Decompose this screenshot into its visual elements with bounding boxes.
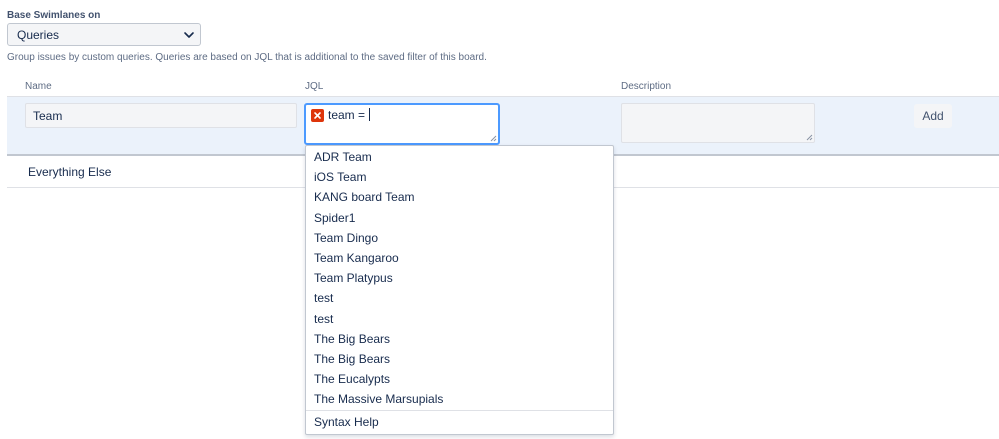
- swimlanes-description: Group issues by custom queries. Queries …: [7, 52, 487, 63]
- resize-handle-icon[interactable]: [806, 134, 813, 141]
- swimlanes-select-value: Queries: [17, 27, 60, 42]
- syntax-help-link[interactable]: Syntax Help: [314, 415, 379, 429]
- error-icon: [311, 109, 324, 122]
- autocomplete-item[interactable]: Team Kangaroo: [306, 248, 613, 268]
- autocomplete-item[interactable]: Team Platypus: [306, 268, 613, 288]
- autocomplete-list: ADR Team iOS Team KANG board Team Spider1 Te…: [306, 146, 613, 409]
- jql-text-container: team =: [328, 108, 371, 122]
- jql-textarea[interactable]: team =: [304, 103, 500, 145]
- swimlane-row-name: Everything Else: [28, 165, 112, 179]
- column-header-name: Name: [25, 81, 52, 92]
- autocomplete-item[interactable]: The Big Bears: [306, 329, 613, 349]
- autocomplete-item[interactable]: The Eucalypts: [306, 369, 613, 389]
- chevron-down-icon: [184, 32, 194, 38]
- column-header-jql: JQL: [305, 81, 324, 92]
- swimlane-description-textarea[interactable]: [621, 103, 815, 143]
- base-swimlanes-label: Base Swimlanes on: [7, 10, 101, 21]
- resize-handle-icon[interactable]: [490, 135, 497, 142]
- jql-autocomplete-dropdown: ADR Team iOS Team KANG board Team Spider1 Te…: [305, 145, 614, 435]
- text-caret: [369, 108, 371, 121]
- autocomplete-item[interactable]: test: [306, 309, 613, 329]
- autocomplete-item[interactable]: The Big Bears: [306, 349, 613, 369]
- column-header-description: Description: [621, 81, 672, 92]
- autocomplete-item[interactable]: Team Dingo: [306, 228, 613, 248]
- autocomplete-item[interactable]: KANG board Team: [306, 187, 613, 207]
- autocomplete-item[interactable]: iOS Team: [306, 167, 613, 187]
- add-button[interactable]: Add: [914, 104, 952, 128]
- dropdown-divider: [306, 410, 613, 411]
- autocomplete-item[interactable]: The Massive Marsupials: [306, 389, 613, 409]
- swimlanes-select[interactable]: Queries: [7, 23, 201, 46]
- jql-value: team =: [328, 108, 369, 122]
- autocomplete-item[interactable]: test: [306, 288, 613, 308]
- autocomplete-item[interactable]: Spider1: [306, 208, 613, 228]
- swimlane-name-value: Team: [33, 108, 63, 123]
- autocomplete-item[interactable]: ADR Team: [306, 147, 613, 167]
- swimlane-name-input[interactable]: Team: [25, 103, 297, 128]
